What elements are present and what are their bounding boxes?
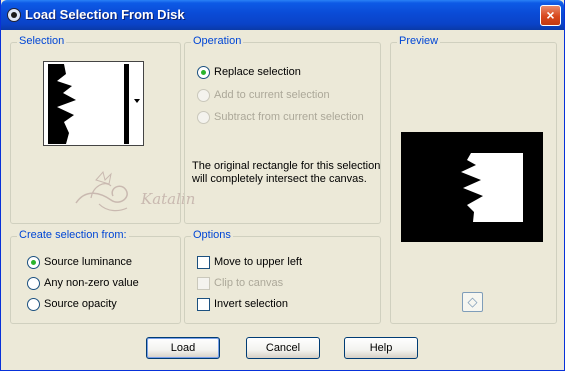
cancel-button[interactable]: Cancel: [246, 337, 320, 359]
preview-selection-shape: [401, 132, 543, 242]
radio-label: Subtract from current selection: [214, 111, 364, 123]
chevron-down-icon[interactable]: [134, 99, 140, 103]
radio-label: Any non-zero value: [44, 277, 139, 289]
operation-group-label: Operation: [191, 35, 244, 47]
preview-image: [401, 132, 543, 242]
radio-button[interactable]: [197, 89, 210, 102]
app-icon: [7, 8, 21, 22]
checkbox-label: Invert selection: [214, 298, 288, 310]
help-button[interactable]: Help: [344, 337, 418, 359]
radio-label: Replace selection: [214, 66, 301, 78]
preview-group-label: Preview: [397, 35, 441, 47]
window-title: Load Selection From Disk: [25, 7, 185, 22]
checkbox-clip-to-canvas[interactable]: Clip to canvas: [197, 277, 347, 291]
radio-replace-selection[interactable]: Replace selection: [197, 66, 357, 80]
checkbox[interactable]: [197, 256, 210, 269]
operation-info-text: The original rectangle for this selectio…: [192, 160, 381, 185]
selection-thumbnail-dropdown[interactable]: [43, 61, 144, 146]
checkbox-invert-selection[interactable]: Invert selection: [197, 298, 347, 312]
options-group-label: Options: [191, 229, 233, 241]
radio-button[interactable]: [27, 256, 40, 269]
radio-add-to-selection[interactable]: Add to current selection: [197, 89, 357, 103]
checkbox-move-to-upper-left[interactable]: Move to upper left: [197, 256, 347, 270]
radio-button[interactable]: [27, 277, 40, 290]
radio-label: Add to current selection: [214, 89, 330, 101]
checkbox[interactable]: [197, 277, 210, 290]
radio-button[interactable]: [197, 111, 210, 124]
radio-label: Source opacity: [44, 298, 117, 310]
create-from-group-label: Create selection from:: [17, 229, 129, 241]
checkbox-label: Clip to canvas: [214, 277, 284, 289]
radio-subtract-from-selection[interactable]: Subtract from current selection: [197, 111, 372, 125]
radio-button[interactable]: [27, 298, 40, 311]
load-button[interactable]: Load: [146, 337, 220, 359]
radio-source-opacity[interactable]: Source opacity: [27, 298, 167, 312]
selection-group-label: Selection: [17, 35, 67, 47]
radio-label: Source luminance: [44, 256, 133, 268]
selection-thumbnail-image: [44, 62, 143, 145]
close-button[interactable]: ×: [540, 5, 561, 26]
radio-button[interactable]: [197, 66, 210, 79]
radio-any-non-zero[interactable]: Any non-zero value: [27, 277, 167, 291]
checkbox[interactable]: [197, 298, 210, 311]
title-bar[interactable]: Load Selection From Disk ×: [1, 0, 564, 30]
checkbox-label: Move to upper left: [214, 256, 303, 268]
pan-navigator-icon[interactable]: ◇: [462, 292, 483, 312]
radio-source-luminance[interactable]: Source luminance: [27, 256, 167, 270]
dialog-window: Load Selection From Disk × Selection Kat…: [0, 0, 565, 371]
